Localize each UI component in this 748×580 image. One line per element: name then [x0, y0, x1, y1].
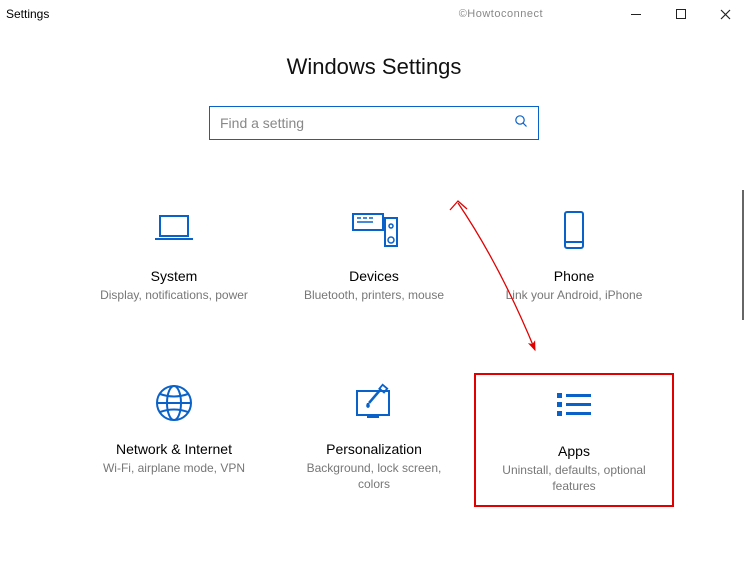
tile-phone[interactable]: Phone Link your Android, iPhone: [474, 200, 674, 313]
settings-grid: System Display, notifications, power Dev…: [0, 200, 748, 507]
tile-desc: Uninstall, defaults, optional features: [489, 462, 659, 494]
devices-icon: [349, 206, 399, 254]
window-title: Settings: [6, 7, 49, 21]
scrollbar[interactable]: [742, 190, 744, 320]
window-controls: [613, 0, 748, 28]
phone-icon: [560, 206, 588, 254]
apps-icon: [551, 381, 597, 429]
maximize-button[interactable]: [658, 0, 703, 28]
search-input[interactable]: [220, 115, 514, 131]
search-icon: [514, 114, 528, 133]
tile-desc: Bluetooth, printers, mouse: [304, 287, 444, 303]
close-icon: [720, 9, 731, 20]
tile-title: Apps: [558, 443, 590, 459]
tile-title: Personalization: [326, 441, 422, 457]
page-title: Windows Settings: [0, 54, 748, 80]
search-box[interactable]: [209, 106, 539, 140]
personalization-icon: [351, 379, 397, 427]
tile-apps[interactable]: Apps Uninstall, defaults, optional featu…: [474, 373, 674, 506]
watermark: ©Howtoconnect: [459, 8, 543, 20]
tile-desc: Link your Android, iPhone: [506, 287, 643, 303]
search-container: [0, 106, 748, 140]
tile-title: Network & Internet: [116, 441, 232, 457]
tile-title: Phone: [554, 268, 594, 284]
tile-desc: Background, lock screen, colors: [289, 460, 459, 492]
tile-title: System: [151, 268, 198, 284]
minimize-button[interactable]: [613, 0, 658, 28]
tile-title: Devices: [349, 268, 399, 284]
tile-personalization[interactable]: Personalization Background, lock screen,…: [274, 373, 474, 506]
minimize-icon: [631, 14, 641, 15]
titlebar: Settings ©Howtoconnect: [0, 0, 748, 28]
maximize-icon: [676, 9, 686, 19]
tile-desc: Wi-Fi, airplane mode, VPN: [103, 460, 245, 476]
tile-network[interactable]: Network & Internet Wi-Fi, airplane mode,…: [74, 373, 274, 506]
tile-system[interactable]: System Display, notifications, power: [74, 200, 274, 313]
laptop-icon: [151, 206, 197, 254]
close-button[interactable]: [703, 0, 748, 28]
tile-desc: Display, notifications, power: [100, 287, 248, 303]
tile-devices[interactable]: Devices Bluetooth, printers, mouse: [274, 200, 474, 313]
globe-icon: [153, 379, 195, 427]
